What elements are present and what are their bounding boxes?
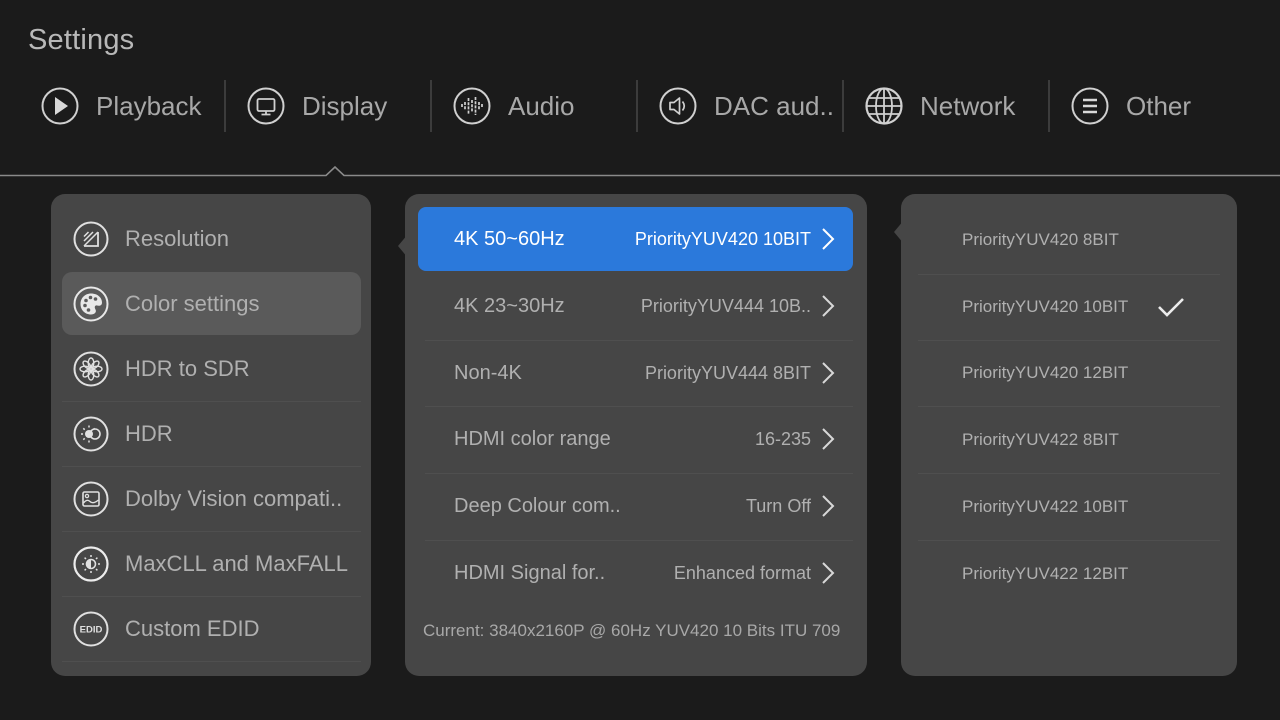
tab-label: Other bbox=[1126, 90, 1192, 121]
color-setting-deep-colour[interactable]: Deep Colour com.. Turn Off bbox=[418, 474, 853, 538]
tab-dac-audio[interactable]: DAC aud.. bbox=[659, 78, 834, 134]
menu-item-hdr[interactable]: HDR bbox=[62, 402, 361, 465]
option-label: PriorityYUV420 8BIT bbox=[962, 230, 1119, 249]
setting-value: PriorityYUV420 10BIT bbox=[634, 228, 811, 249]
hdr-icon bbox=[73, 416, 109, 452]
svg-text:EDID: EDID bbox=[80, 624, 103, 635]
setting-value: PriorityYUV444 10B.. bbox=[640, 295, 811, 316]
color-setting-4k-23-30hz[interactable]: 4K 23~30Hz PriorityYUV444 10B.. bbox=[418, 274, 853, 338]
chevron-right-icon bbox=[821, 561, 835, 585]
option-label: PriorityYUV420 10BIT bbox=[962, 297, 1129, 316]
tab-other[interactable]: Other bbox=[1071, 78, 1191, 134]
option-label: PriorityYUV422 10BIT bbox=[962, 497, 1129, 516]
audio-wave-icon bbox=[453, 87, 491, 125]
menu-item-custom-edid[interactable]: EDID Custom EDID bbox=[62, 597, 361, 660]
color-format-options-panel: PriorityYUV420 8BIT PriorityYUV420 10BIT… bbox=[901, 194, 1237, 676]
palette-icon bbox=[73, 286, 109, 322]
tab-label: DAC aud.. bbox=[714, 90, 834, 121]
option-yuv420-12bit[interactable]: PriorityYUV420 12BIT bbox=[918, 340, 1220, 406]
globe-icon bbox=[865, 87, 903, 125]
option-label: PriorityYUV422 8BIT bbox=[962, 430, 1119, 449]
option-yuv422-8bit[interactable]: PriorityYUV422 8BIT bbox=[918, 407, 1220, 473]
tab-divider bbox=[224, 80, 226, 132]
chevron-right-icon bbox=[821, 494, 835, 518]
menu-item-label: MaxCLL and MaxFALL bbox=[125, 550, 348, 576]
color-setting-4k-50-60hz[interactable]: 4K 50~60Hz PriorityYUV420 10BIT bbox=[418, 207, 853, 271]
checkmark-icon bbox=[1156, 295, 1186, 319]
chevron-right-icon bbox=[821, 427, 835, 451]
edid-icon: EDID bbox=[73, 611, 109, 647]
color-setting-hdmi-signal-format[interactable]: HDMI Signal for.. Enhanced format bbox=[418, 541, 853, 605]
menu-item-label: Custom EDID bbox=[125, 615, 260, 641]
menu-item-color-settings[interactable]: Color settings bbox=[62, 272, 361, 335]
tab-divider bbox=[636, 80, 638, 132]
top-tab-bar: Playback Display Audio DAC aud.. Network… bbox=[0, 78, 1280, 134]
menu-item-label: HDR to SDR bbox=[125, 355, 250, 381]
color-settings-panel: 4K 50~60Hz PriorityYUV420 10BIT 4K 23~30… bbox=[405, 194, 867, 676]
color-setting-non-4k[interactable]: Non-4K PriorityYUV444 8BIT bbox=[418, 341, 853, 405]
tab-audio[interactable]: Audio bbox=[453, 78, 575, 134]
option-yuv422-10bit[interactable]: PriorityYUV422 10BIT bbox=[918, 474, 1220, 540]
resolution-icon bbox=[73, 221, 109, 257]
menu-item-resolution[interactable]: Resolution bbox=[62, 207, 361, 270]
setting-label: 4K 23~30Hz bbox=[454, 294, 565, 317]
setting-label: Deep Colour com.. bbox=[454, 494, 621, 517]
setting-label: Non-4K bbox=[454, 361, 522, 384]
tab-divider bbox=[430, 80, 432, 132]
speaker-icon bbox=[659, 87, 697, 125]
tab-label: Display bbox=[302, 90, 388, 121]
tab-label: Audio bbox=[508, 90, 575, 121]
menu-item-maxcll-maxfall[interactable]: MaxCLL and MaxFALL bbox=[62, 532, 361, 595]
monitor-icon bbox=[247, 87, 285, 125]
tab-label: Playback bbox=[96, 90, 202, 121]
tab-playback[interactable]: Playback bbox=[41, 78, 202, 134]
setting-label: HDMI Signal for.. bbox=[454, 561, 606, 584]
option-yuv420-10bit[interactable]: PriorityYUV420 10BIT bbox=[918, 274, 1220, 340]
color-setting-hdmi-color-range[interactable]: HDMI color range 16-235 bbox=[418, 407, 853, 471]
tab-network[interactable]: Network bbox=[865, 78, 1015, 134]
page-title: Settings bbox=[28, 24, 135, 56]
chevron-right-icon bbox=[821, 294, 835, 318]
option-label: PriorityYUV420 12BIT bbox=[962, 363, 1129, 382]
chevron-right-icon bbox=[821, 227, 835, 251]
menu-item-label: Dolby Vision compati.. bbox=[125, 485, 343, 511]
tab-divider bbox=[1048, 80, 1050, 132]
display-menu-panel: Resolution Color settings HDR to SDR HDR… bbox=[51, 194, 371, 676]
setting-label: HDMI color range bbox=[454, 427, 611, 450]
brightness-icon bbox=[73, 545, 109, 582]
menu-item-label: HDR bbox=[125, 420, 173, 446]
setting-label: 4K 50~60Hz bbox=[454, 227, 565, 250]
menu-icon bbox=[1071, 87, 1109, 125]
option-label: PriorityYUV422 12BIT bbox=[962, 564, 1129, 583]
play-icon bbox=[41, 87, 79, 125]
divider bbox=[62, 661, 361, 662]
active-tab-indicator-line bbox=[0, 166, 1280, 177]
option-yuv420-8bit[interactable]: PriorityYUV420 8BIT bbox=[918, 207, 1220, 273]
image-icon bbox=[73, 481, 109, 517]
tab-display[interactable]: Display bbox=[247, 78, 387, 134]
menu-item-label: Color settings bbox=[125, 290, 260, 316]
chevron-right-icon bbox=[821, 361, 835, 385]
setting-value: PriorityYUV444 8BIT bbox=[644, 362, 811, 383]
flower-icon bbox=[73, 351, 109, 387]
menu-item-dolby-vision[interactable]: Dolby Vision compati.. bbox=[62, 467, 361, 530]
setting-value: 16-235 bbox=[754, 428, 811, 449]
menu-item-label: Resolution bbox=[125, 225, 229, 251]
menu-item-hdr-to-sdr[interactable]: HDR to SDR bbox=[62, 337, 361, 400]
tab-label: Network bbox=[920, 90, 1016, 121]
setting-value: Turn Off bbox=[745, 495, 811, 516]
option-yuv422-12bit[interactable]: PriorityYUV422 12BIT bbox=[918, 541, 1220, 607]
tab-divider bbox=[842, 80, 844, 132]
setting-value: Enhanced format bbox=[673, 562, 811, 583]
current-signal-info: Current: 3840x2160P @ 60Hz YUV420 10 Bit… bbox=[423, 621, 841, 640]
